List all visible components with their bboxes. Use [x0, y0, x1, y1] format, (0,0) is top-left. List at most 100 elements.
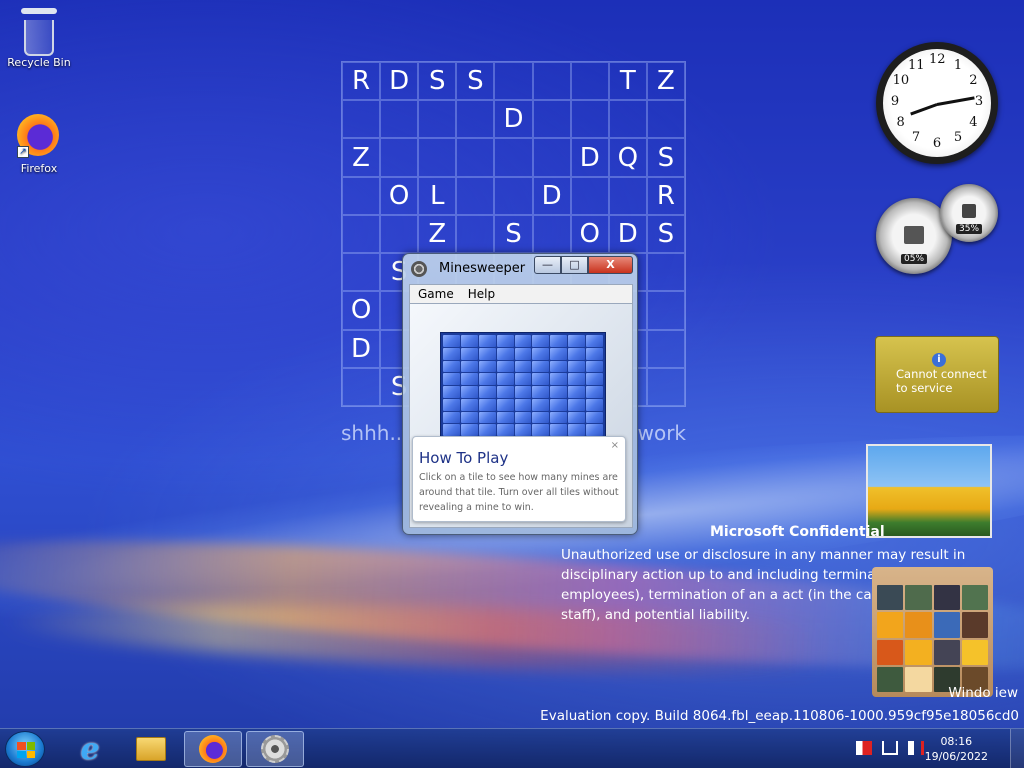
- mine-tile[interactable]: [478, 411, 496, 424]
- mine-tile[interactable]: [568, 360, 586, 373]
- mine-tile[interactable]: [532, 398, 550, 411]
- mine-tile[interactable]: [478, 373, 496, 386]
- mine-board[interactable]: [440, 332, 606, 452]
- mine-tile[interactable]: [496, 360, 514, 373]
- mine-tile[interactable]: [443, 424, 460, 437]
- mine-tile[interactable]: [568, 424, 586, 437]
- mine-tile[interactable]: [496, 386, 514, 398]
- mine-tile[interactable]: [514, 373, 532, 386]
- mine-tile[interactable]: [550, 386, 568, 398]
- grid-cell: S: [646, 214, 685, 254]
- mine-tile[interactable]: [496, 347, 514, 360]
- mine-tile[interactable]: [460, 373, 478, 386]
- mine-tile[interactable]: [568, 347, 586, 360]
- taskbar-firefox[interactable]: [184, 731, 242, 767]
- desktop-icon-recycle-bin[interactable]: Recycle Bin: [1, 8, 77, 69]
- mine-tile[interactable]: [496, 424, 514, 437]
- mine-tile[interactable]: [514, 411, 532, 424]
- mine-tile[interactable]: [478, 424, 496, 437]
- mine-tile[interactable]: [514, 360, 532, 373]
- mine-tile[interactable]: [550, 373, 568, 386]
- grid-cell: [456, 138, 495, 177]
- mine-tile[interactable]: [550, 398, 568, 411]
- mine-tile[interactable]: [532, 424, 550, 437]
- mine-tile[interactable]: [460, 347, 478, 360]
- tooltip-close-icon[interactable]: ×: [611, 440, 619, 451]
- mine-tile[interactable]: [586, 347, 603, 360]
- mine-tile[interactable]: [514, 335, 532, 347]
- mine-tile[interactable]: [496, 373, 514, 386]
- network-icon[interactable]: [882, 741, 898, 755]
- mine-tile[interactable]: [568, 335, 586, 347]
- picture-puzzle-gadget[interactable]: [872, 567, 993, 697]
- mine-tile[interactable]: [568, 411, 586, 424]
- mine-tile[interactable]: [443, 398, 460, 411]
- mine-tile[interactable]: [532, 347, 550, 360]
- minesweeper-window[interactable]: Minesweeper — □ X Game Help × How To Pla…: [402, 253, 638, 535]
- mine-tile[interactable]: [496, 335, 514, 347]
- mine-tile[interactable]: [443, 386, 460, 398]
- volume-muted-icon[interactable]: [908, 741, 924, 755]
- mine-tile[interactable]: [586, 386, 603, 398]
- mine-tile[interactable]: [443, 347, 460, 360]
- mine-tile[interactable]: [478, 335, 496, 347]
- grid-cell: [456, 100, 495, 139]
- mine-tile[interactable]: [532, 335, 550, 347]
- mine-tile[interactable]: [460, 386, 478, 398]
- mine-tile[interactable]: [443, 360, 460, 373]
- mine-tile[interactable]: [514, 424, 532, 437]
- mine-tile[interactable]: [550, 335, 568, 347]
- mine-tile[interactable]: [443, 335, 460, 347]
- taskbar-minesweeper[interactable]: [246, 731, 304, 767]
- mine-tile[interactable]: [514, 347, 532, 360]
- mine-tile[interactable]: [586, 424, 603, 437]
- taskbar-internet-explorer[interactable]: e: [61, 731, 119, 767]
- mine-tile[interactable]: [568, 373, 586, 386]
- mine-tile[interactable]: [586, 360, 603, 373]
- mine-tile[interactable]: [478, 398, 496, 411]
- mine-tile[interactable]: [586, 335, 603, 347]
- mine-tile[interactable]: [550, 360, 568, 373]
- mine-tile[interactable]: [550, 347, 568, 360]
- clock-gadget[interactable]: 12 1 2 3 4 5 6 7 8 9 10 11: [876, 42, 998, 164]
- close-button[interactable]: X: [588, 256, 633, 274]
- mine-tile[interactable]: [478, 360, 496, 373]
- mine-tile[interactable]: [586, 411, 603, 424]
- taskbar-clock[interactable]: 08:16 19/06/2022: [925, 734, 988, 764]
- mine-tile[interactable]: [550, 411, 568, 424]
- action-center-flag-icon[interactable]: [856, 741, 872, 755]
- memory-meter-gadget[interactable]: 35%: [940, 184, 998, 242]
- mine-tile[interactable]: [514, 386, 532, 398]
- mine-tile[interactable]: [460, 335, 478, 347]
- mine-tile[interactable]: [532, 360, 550, 373]
- mine-tile[interactable]: [532, 386, 550, 398]
- weather-gadget[interactable]: i Cannot connect to service: [875, 336, 999, 413]
- taskbar-explorer[interactable]: [122, 731, 180, 767]
- mine-tile[interactable]: [532, 411, 550, 424]
- mine-tile[interactable]: [550, 424, 568, 437]
- slideshow-gadget[interactable]: [866, 444, 992, 538]
- mine-tile[interactable]: [568, 398, 586, 411]
- mine-tile[interactable]: [460, 360, 478, 373]
- mine-tile[interactable]: [460, 398, 478, 411]
- mine-tile[interactable]: [586, 398, 603, 411]
- mine-tile[interactable]: [478, 347, 496, 360]
- maximize-button[interactable]: □: [561, 256, 588, 274]
- menu-game[interactable]: Game: [418, 287, 454, 301]
- mine-tile[interactable]: [496, 411, 514, 424]
- start-button[interactable]: [5, 731, 45, 767]
- mine-tile[interactable]: [568, 386, 586, 398]
- mine-tile[interactable]: [514, 398, 532, 411]
- mine-tile[interactable]: [586, 373, 603, 386]
- mine-tile[interactable]: [460, 411, 478, 424]
- mine-tile[interactable]: [443, 373, 460, 386]
- mine-tile[interactable]: [496, 398, 514, 411]
- mine-tile[interactable]: [460, 424, 478, 437]
- show-desktop-button[interactable]: [1010, 729, 1024, 768]
- menu-help[interactable]: Help: [468, 287, 495, 301]
- mine-tile[interactable]: [443, 411, 460, 424]
- mine-tile[interactable]: [478, 386, 496, 398]
- mine-tile[interactable]: [532, 373, 550, 386]
- minimize-button[interactable]: —: [534, 256, 561, 274]
- desktop-icon-firefox[interactable]: ↗ Firefox: [1, 114, 77, 175]
